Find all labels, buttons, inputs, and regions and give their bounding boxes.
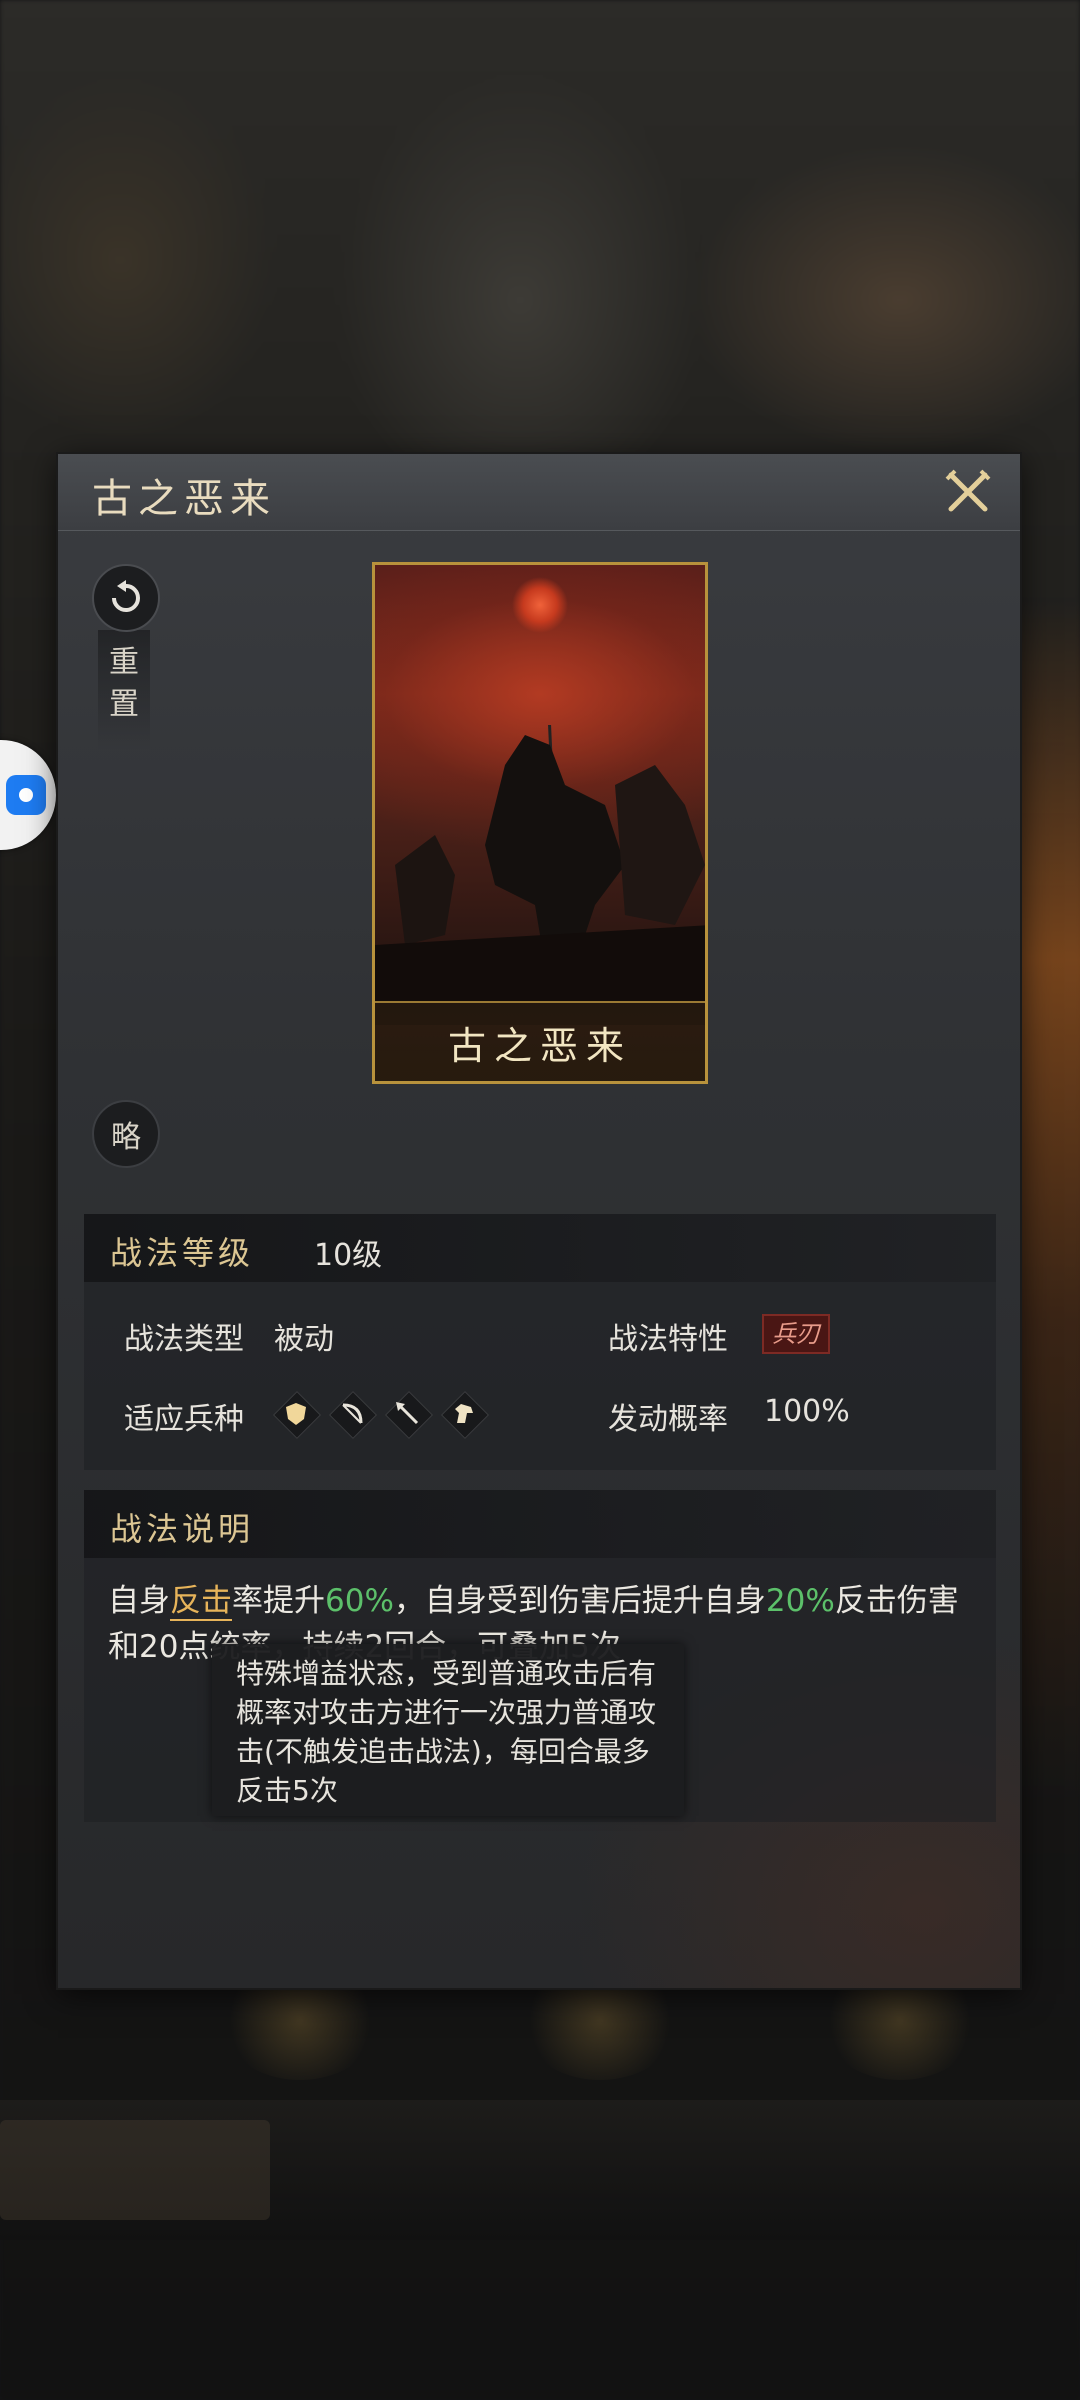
shield-icon[interactable] (272, 1390, 322, 1440)
bow-icon[interactable] (328, 1390, 378, 1440)
warriors-illustration: 曹 (375, 725, 705, 1025)
close-button[interactable] (940, 464, 996, 520)
skill-card-art: 曹 古之恶来 (372, 562, 708, 1084)
desc-segment: ，自身受到伤害后提升自身 (393, 1583, 766, 1619)
desc-number: 60% (325, 1583, 394, 1619)
skill-properties-panel: 战法等级 10级 战法类型 被动 战法特性 兵刃 适应兵种 发动概率 100% (84, 1214, 996, 1470)
reset-icon (112, 580, 140, 612)
skill-level-label: 战法等级 (110, 1234, 255, 1272)
card-name: 古之恶来 (447, 1023, 632, 1068)
skill-description-header: 战法说明 (84, 1490, 996, 1558)
assistant-icon (6, 775, 46, 815)
brief-toggle-button[interactable]: 略 (92, 1100, 160, 1168)
troop-types-label: 适应兵种 (124, 1402, 244, 1437)
skill-description-label: 战法说明 (110, 1510, 255, 1548)
background-tab (0, 2120, 270, 2220)
desc-segment: 率提升 (232, 1583, 325, 1619)
skill-type-value: 被动 (274, 1322, 334, 1357)
trigger-rate-value: 100% (764, 1394, 850, 1429)
reset-label[interactable]: 重置 (108, 642, 140, 726)
desc-segment: 自身 (108, 1583, 170, 1619)
spear-icon[interactable] (384, 1390, 434, 1440)
horse-icon[interactable] (440, 1390, 490, 1440)
skill-level-header: 战法等级 10级 (84, 1214, 996, 1282)
card-name-bar: 古之恶来 (375, 1001, 705, 1081)
trigger-rate-label: 发动概率 (608, 1402, 728, 1437)
keyword-counterattack-link[interactable]: 反击 (170, 1583, 232, 1621)
close-icon (945, 469, 991, 512)
dialog-header: 古之恶来 (58, 454, 1020, 531)
skill-trait-label: 战法特性 (608, 1322, 728, 1357)
skill-trait-badge[interactable]: 兵刃 (762, 1314, 830, 1354)
keyword-tooltip: 特殊增益状态，受到普通攻击后有概率对攻击方进行一次强力普通攻击(不触发追击战法)… (212, 1644, 684, 1816)
skill-level-value: 10级 (314, 1238, 383, 1273)
reset-button[interactable] (92, 564, 160, 632)
desc-number: 20% (765, 1583, 835, 1619)
skill-type-label: 战法类型 (124, 1322, 244, 1357)
dialog-title: 古之恶来 (92, 476, 276, 522)
background-glow (1020, 600, 1080, 1800)
